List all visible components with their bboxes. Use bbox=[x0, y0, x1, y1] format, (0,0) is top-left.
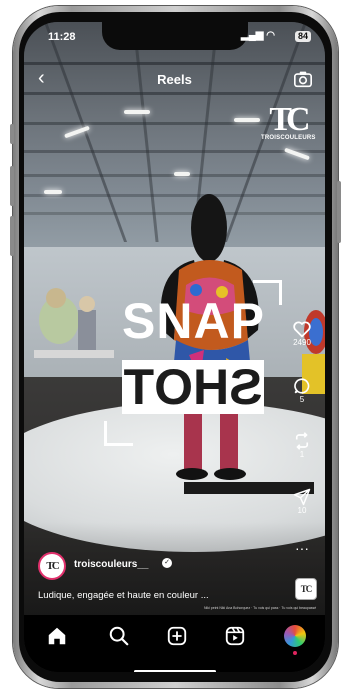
search-icon[interactable] bbox=[108, 625, 130, 647]
bottom-nav bbox=[24, 615, 325, 672]
background-sculpture bbox=[34, 288, 114, 358]
home-icon[interactable] bbox=[46, 625, 68, 647]
share-action[interactable]: 10 bbox=[287, 488, 317, 515]
shot-box: SHOT bbox=[122, 359, 264, 415]
reels-header: ‹ Reels bbox=[24, 67, 325, 94]
page-title: Reels bbox=[157, 72, 192, 87]
signal-wifi-icon: ▂▄▆ ◠ bbox=[241, 30, 275, 41]
share-count: 10 bbox=[297, 506, 307, 515]
audio-thumbnail[interactable]: TC bbox=[295, 578, 317, 600]
camera-icon[interactable] bbox=[293, 70, 313, 88]
snap-text: SNAP bbox=[122, 293, 265, 349]
repost-icon[interactable] bbox=[293, 432, 311, 450]
notification-dot bbox=[293, 651, 297, 655]
brand-name: TROISCOULEURS bbox=[261, 135, 316, 141]
comment-count: 5 bbox=[299, 395, 305, 404]
verified-badge-icon: ✓ bbox=[162, 558, 172, 568]
snapshot-overlay: SNAP SHOT bbox=[104, 280, 282, 446]
avatar[interactable]: TC bbox=[38, 552, 66, 580]
power-button bbox=[337, 181, 341, 243]
volume-up-button bbox=[10, 166, 14, 206]
reels-icon[interactable] bbox=[224, 625, 246, 647]
reel-screen[interactable]: 11:28 ▂▄▆ ◠ 84 ‹ Reels TC TROISCOULEURS … bbox=[24, 22, 325, 672]
username[interactable]: troiscouleurs__ bbox=[74, 559, 148, 570]
mute-switch bbox=[10, 124, 14, 144]
brand-mark: TC bbox=[269, 101, 310, 138]
frame-corner-bottom bbox=[104, 421, 133, 446]
brand-watermark: TC TROISCOULEURS bbox=[261, 101, 316, 142]
home-indicator bbox=[134, 670, 216, 672]
repost-count: 1 bbox=[299, 450, 305, 459]
status-bar: 11:28 ▂▄▆ ◠ 84 bbox=[24, 22, 325, 50]
comment-action[interactable]: 5 bbox=[287, 377, 317, 404]
create-post-icon[interactable] bbox=[166, 625, 188, 647]
volume-down-button bbox=[10, 216, 14, 256]
post-caption[interactable]: Ludique, engagée et haute en couleur ... bbox=[38, 590, 209, 601]
repost-action[interactable]: 1 bbox=[287, 432, 317, 459]
comment-icon[interactable] bbox=[293, 377, 311, 395]
clock: 11:28 bbox=[48, 31, 76, 43]
profile-avatar[interactable] bbox=[284, 625, 306, 647]
like-count: 2490 bbox=[293, 338, 311, 347]
send-icon[interactable] bbox=[293, 488, 311, 506]
battery-indicator: 84 bbox=[294, 31, 311, 42]
more-options-icon[interactable]: ··· bbox=[287, 541, 317, 555]
audio-ticker[interactable]: Niki peint Niki Ana Bohorquez · Tu vois … bbox=[204, 606, 316, 610]
heart-icon[interactable] bbox=[292, 320, 312, 338]
shot-text: SHOT bbox=[123, 359, 263, 415]
dynamic-notch bbox=[102, 22, 248, 50]
like-action[interactable]: 2490 bbox=[287, 320, 317, 347]
